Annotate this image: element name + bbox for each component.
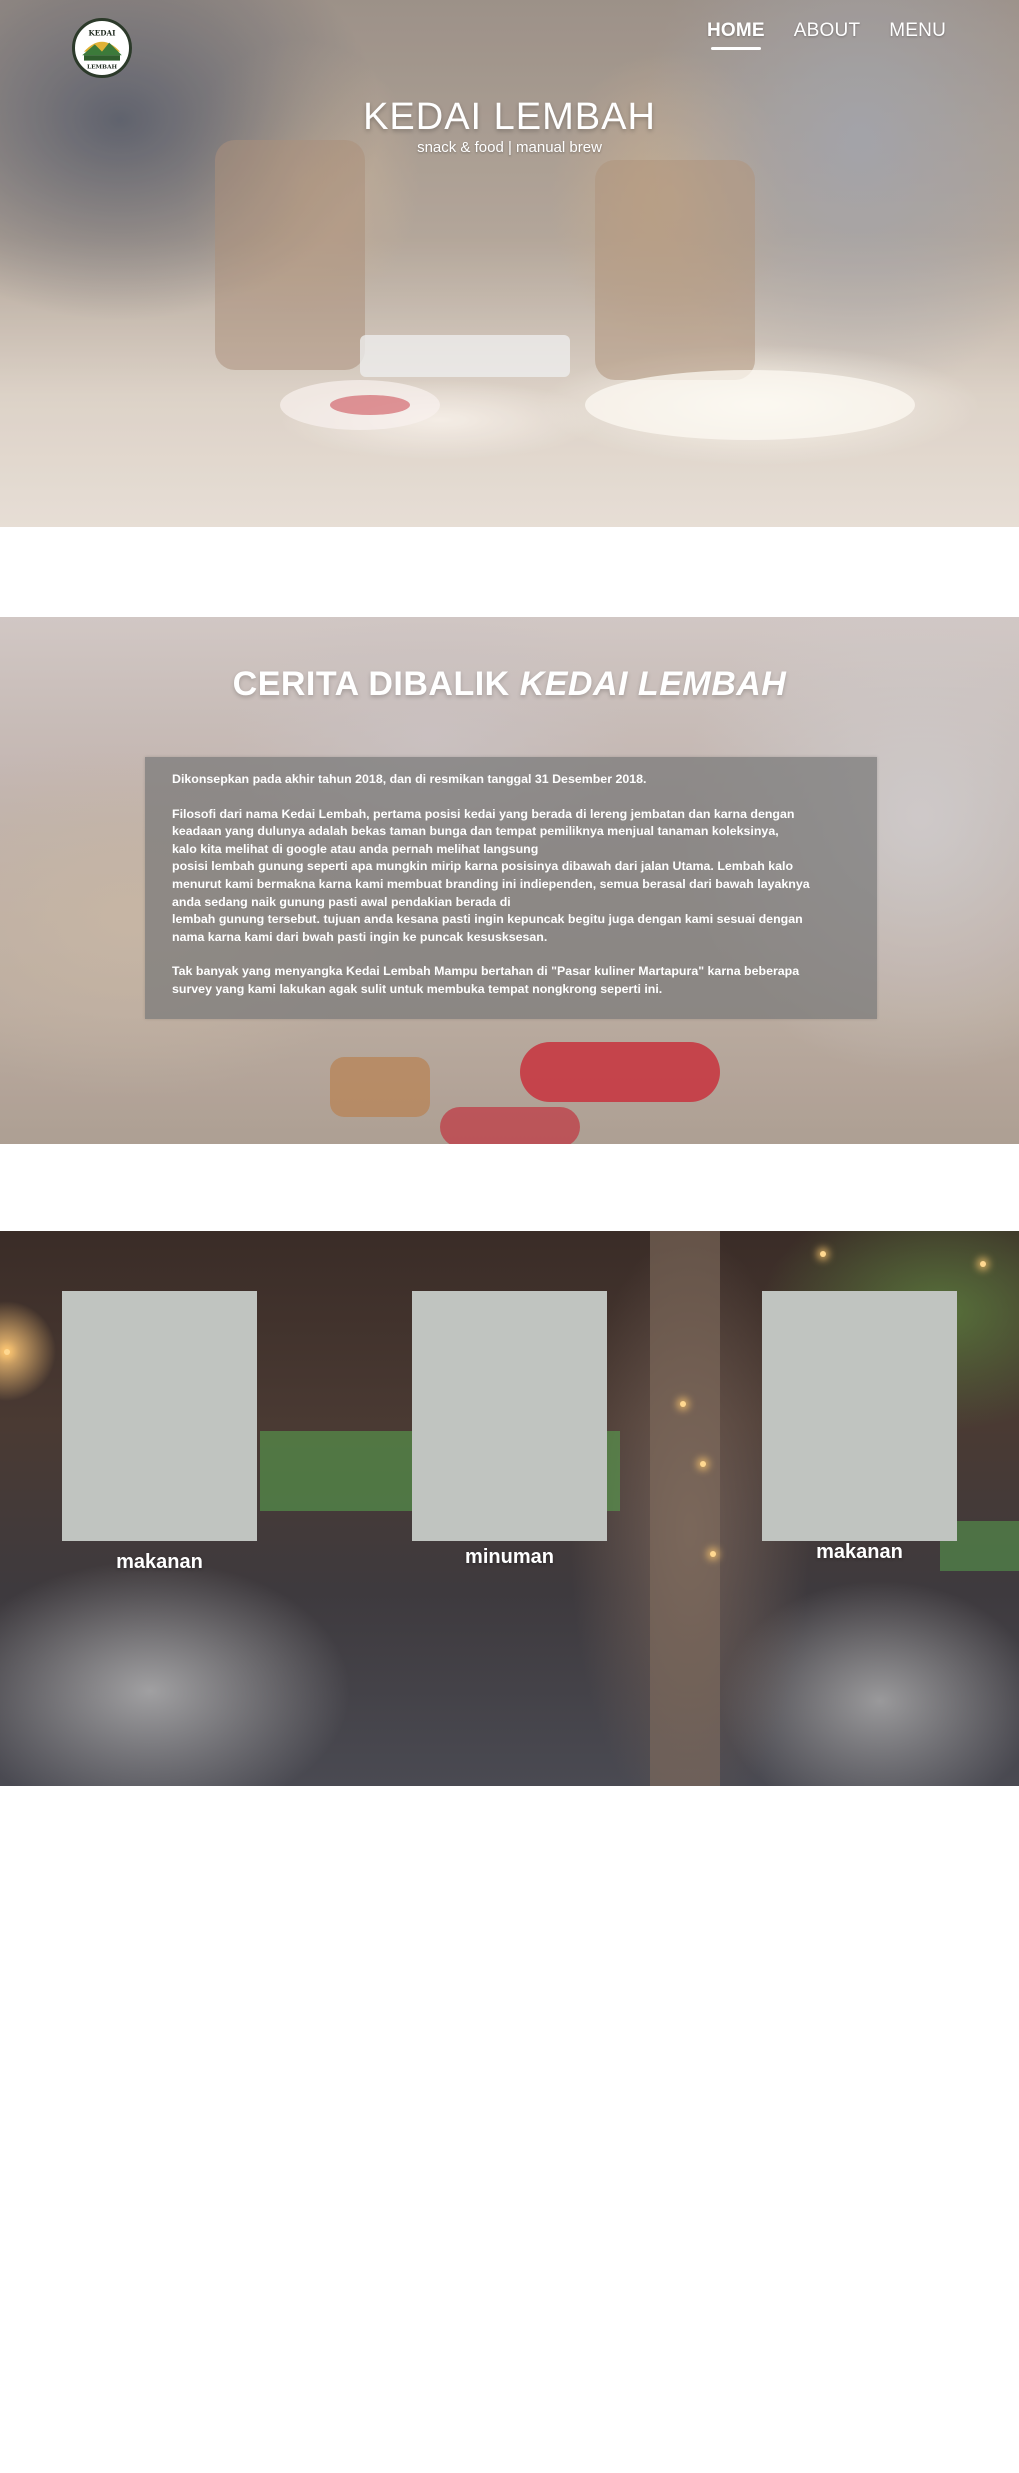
menu-bg-light: [820, 1251, 826, 1257]
menu-card-label[interactable]: makanan: [762, 1541, 957, 1564]
menu-card-label[interactable]: minuman: [412, 1546, 607, 1569]
menu-bg-light: [700, 1461, 706, 1467]
menu-card-makanan-2-image[interactable]: [762, 1291, 957, 1541]
nav-about[interactable]: ABOUT: [794, 20, 860, 42]
nav-home[interactable]: HOME: [706, 20, 765, 50]
hero-section: KEDAI LEMBAH HOME ABOUT MENU KEDAI LEMBA…: [0, 0, 1019, 527]
about-story-box: Dikonsepkan pada akhir tahun 2018, dan d…: [145, 757, 877, 1019]
about-bg-sauce: [520, 1042, 720, 1102]
nav-about-label: ABOUT: [793, 20, 861, 41]
menu-bg-light: [980, 1261, 986, 1267]
hero-bg-plate: [585, 370, 915, 440]
hero-bg-phone: [360, 335, 570, 377]
svg-text:LEMBAH: LEMBAH: [87, 65, 118, 71]
hero-bg-sauce: [330, 395, 410, 415]
nav-menu[interactable]: MENU: [889, 20, 946, 42]
menu-card-makanan-image[interactable]: [62, 1291, 257, 1541]
hero-bg-glass: [215, 140, 365, 370]
menu-bg-light: [4, 1349, 10, 1355]
about-paragraph-1: Dikonsepkan pada akhir tahun 2018, dan d…: [172, 772, 647, 786]
site-logo[interactable]: KEDAI LEMBAH: [72, 18, 132, 78]
menu-section: makanan minuman makanan: [0, 1231, 1019, 1786]
logo-emblem-icon: KEDAI LEMBAH: [76, 22, 128, 74]
hero-subtitle: snack & food | manual brew: [417, 139, 602, 156]
about-bg-bread: [330, 1057, 430, 1117]
menu-bg-light: [710, 1551, 716, 1557]
hero-title: KEDAI LEMBAH: [363, 96, 656, 138]
about-title-prefix: CERITA DIBALIK: [232, 665, 520, 703]
nav-active-indicator: [710, 47, 761, 50]
about-title: CERITA DIBALIK KEDAI LEMBAH: [0, 665, 1019, 704]
nav-menu-label: MENU: [889, 20, 946, 41]
about-bg-sauce: [440, 1107, 580, 1144]
hero-brand: KEDAI LEMBAH snack & food | manual brew: [0, 96, 1019, 156]
menu-card-label[interactable]: makanan: [62, 1551, 257, 1574]
about-paragraph-3: Tak banyak yang menyangka Kedai Lembah M…: [172, 964, 800, 996]
hero-bg-plate: [280, 380, 440, 430]
hero-bg-glass: [595, 160, 755, 380]
menu-bg-pole: [650, 1231, 720, 1786]
main-nav: HOME ABOUT MENU: [706, 20, 946, 50]
about-title-emphasis: KEDAI LEMBAH: [519, 665, 787, 703]
about-section: CERITA DIBALIK KEDAI LEMBAH Dikonsepkan …: [0, 617, 1019, 1144]
about-paragraph-2: Filosofi dari nama Kedai Lembah, pertama…: [172, 806, 810, 944]
nav-home-label: HOME: [706, 20, 765, 41]
menu-bg-light: [680, 1401, 686, 1407]
svg-text:KEDAI: KEDAI: [89, 28, 117, 37]
menu-card-minuman-image[interactable]: [412, 1291, 607, 1541]
